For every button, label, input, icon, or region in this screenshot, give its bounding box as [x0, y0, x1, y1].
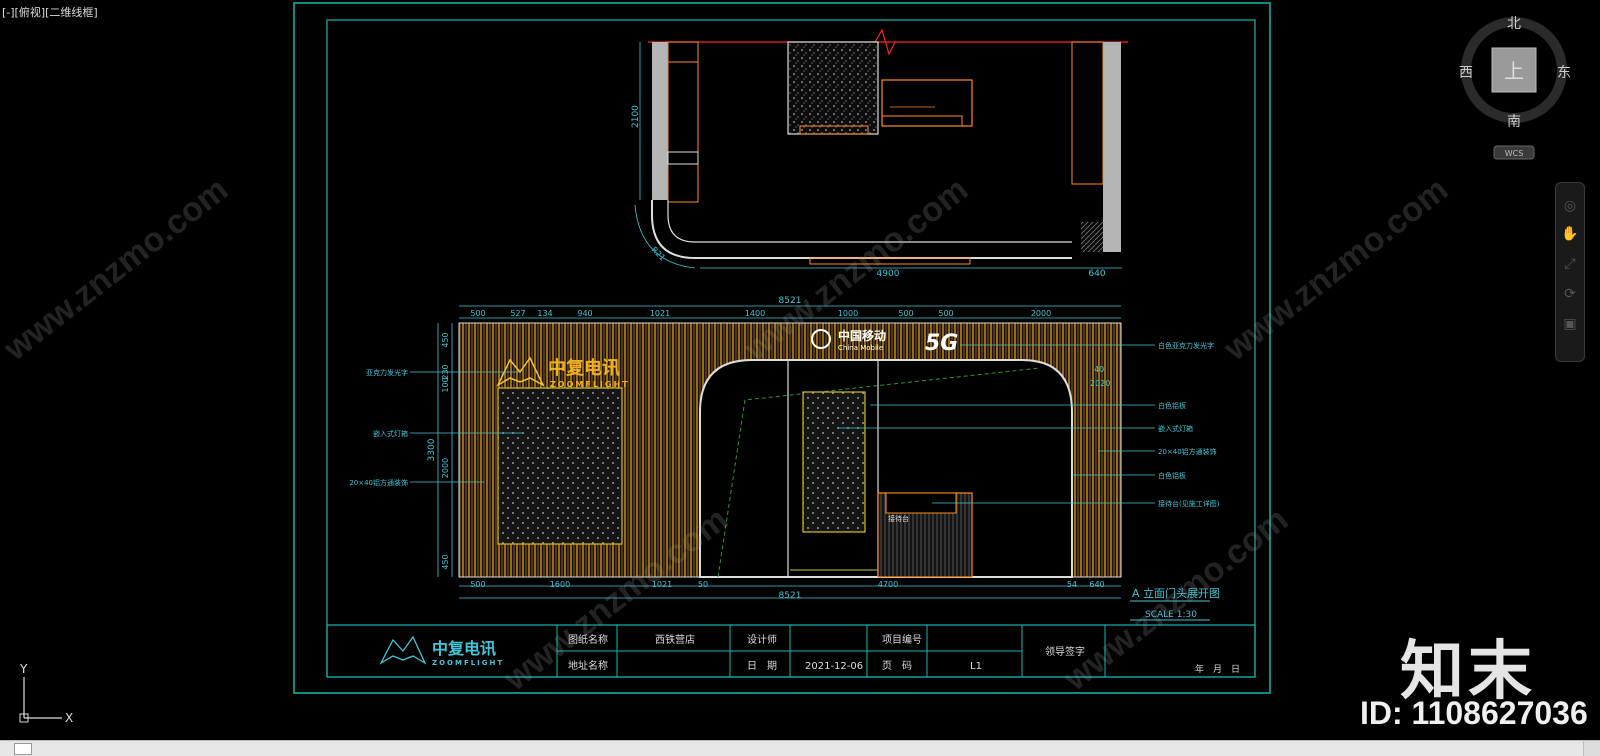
top-dim-8: 500 [938, 309, 953, 318]
bottom-dim-2: 1021 [652, 580, 672, 589]
tb-address-label: 地址名称 [568, 659, 608, 672]
china-mobile-en: China Mobile [838, 344, 883, 352]
zoom-extents-icon[interactable]: ⤢ [1561, 255, 1579, 273]
top-dim-2: 134 [537, 309, 552, 318]
tb-ymd: 年 月 日 [1195, 663, 1240, 675]
left-note-0: 亚克力发光字 [366, 368, 408, 377]
right-dim-1: 40 [1094, 365, 1104, 374]
top-dim-6: 1000 [838, 309, 858, 318]
right-note-0: 白色亚克力发光字 [1158, 341, 1214, 350]
right-note-5: 接待台(见施工详图) [1158, 499, 1220, 508]
top-dim-4: 1021 [650, 309, 670, 318]
steering-wheel-icon[interactable]: ◎ [1561, 197, 1579, 215]
compass-north[interactable]: 北 [1507, 16, 1521, 32]
watermark-id: ID: 1108627036 [1360, 695, 1588, 731]
bottom-dim-5: 54 [1067, 580, 1077, 589]
pan-icon[interactable]: ✋ [1561, 225, 1579, 243]
left-note-1: 嵌入式灯箱 [373, 429, 408, 438]
viewcube-top-label: 上 [1504, 59, 1524, 83]
compass-south[interactable]: 南 [1507, 114, 1521, 130]
ucs-x-label: X [65, 711, 73, 725]
tb-approval-label: 领导签字 [1045, 645, 1085, 658]
wcs-label: WCS [1505, 149, 1524, 158]
bottom-total-dim: 8521 [779, 591, 802, 601]
right-note-2: 嵌入式灯箱 [1158, 424, 1193, 433]
front-elevation: 接待台 中复电讯 ZOOMFLIGHT 中国移动 China Mobile 5G… [349, 296, 1220, 621]
bottom-dim-3: 50 [698, 580, 708, 589]
top-total-dim: 8521 [779, 296, 802, 306]
top-dim-9: 2000 [1031, 309, 1051, 318]
tb-drawing-name: 西铁营店 [655, 633, 695, 646]
china-mobile-cn: 中国移动 [838, 328, 886, 343]
desk-label: 接待台 [888, 514, 909, 523]
tb-date-label: 日 期 [747, 660, 777, 672]
right-note-4: 白色铝板 [1158, 471, 1186, 480]
right-dim-2: 2020 [1090, 379, 1110, 388]
elevation-brand-cn: 中复电讯 [548, 357, 620, 379]
compass-west[interactable]: 西 [1459, 65, 1473, 81]
tb-logo-en: ZOOMFLIGHT [432, 659, 504, 667]
tb-page: L1 [970, 661, 982, 672]
horizontal-scrollbar[interactable] [0, 740, 1600, 756]
bottom-dim-4: 4700 [878, 580, 898, 589]
left-dim-0: 450 [441, 332, 450, 347]
elevation-scale: SCALE 1:30 [1145, 610, 1197, 620]
bottom-dim-6: 640 [1089, 580, 1104, 589]
compass-east[interactable]: 东 [1557, 65, 1571, 81]
navigation-bar[interactable]: ◎ ✋ ⤢ ⟳ ▣ [1555, 182, 1585, 362]
left-dim-2: 100 [441, 377, 450, 392]
plan-dim-vertical: 2100 [631, 105, 641, 128]
elevation-brand-en: ZOOMFLIGHT [550, 380, 630, 389]
viewcube[interactable]: 上 北 南 东 西 WCS [1459, 16, 1571, 160]
floor-plan: R21 4900 640 2100 [631, 28, 1128, 279]
ucs-y-label: Y [19, 662, 28, 676]
bottom-dim-1: 1600 [550, 580, 570, 589]
top-dim-7: 500 [898, 309, 913, 318]
left-note-2: 20×40铝方通装饰 [349, 478, 408, 487]
tb-logo-cn: 中复电讯 [432, 639, 496, 658]
top-dim-5: 1400 [745, 309, 765, 318]
ucs-icon: Y X [19, 662, 73, 725]
top-dim-3: 940 [577, 309, 592, 318]
scroll-right-button[interactable] [1583, 741, 1600, 756]
top-dim-1: 527 [510, 309, 525, 318]
showmotion-icon[interactable]: ▣ [1561, 315, 1579, 333]
left-total-dim: 3300 [427, 438, 437, 461]
scrollbar-thumb[interactable] [14, 743, 32, 755]
elevation-title: A 立面门头展开图 [1132, 586, 1220, 600]
title-block: 中复电讯 ZOOMFLIGHT 图纸名称 西铁营店 设计师 项目编号 地址名称 … [326, 624, 1256, 678]
tb-date: 2021-12-06 [805, 661, 863, 672]
plan-dim-bottom-right: 640 [1088, 269, 1105, 279]
cad-drawing-canvas[interactable]: R21 4900 640 2100 接待台 中复电讯 ZOOMFLIGHT 中国… [0, 0, 1600, 740]
left-dim-4: 450 [441, 554, 450, 569]
top-dim-0: 500 [470, 309, 485, 318]
left-dim-3: 2000 [441, 458, 450, 478]
right-note-3: 20×40铝方通装饰 [1158, 447, 1217, 456]
bottom-dim-0: 500 [470, 580, 485, 589]
tb-drawing-name-label: 图纸名称 [568, 633, 608, 646]
plan-dim-bottom-main: 4900 [877, 269, 900, 279]
orbit-icon[interactable]: ⟳ [1561, 285, 1579, 303]
tb-project-no-label: 项目编号 [882, 633, 922, 646]
right-note-1: 白色铝板 [1158, 401, 1186, 410]
tb-page-label: 页 码 [882, 660, 912, 672]
badge-5g: 5G [925, 331, 958, 356]
tb-designer-label: 设计师 [747, 633, 777, 646]
